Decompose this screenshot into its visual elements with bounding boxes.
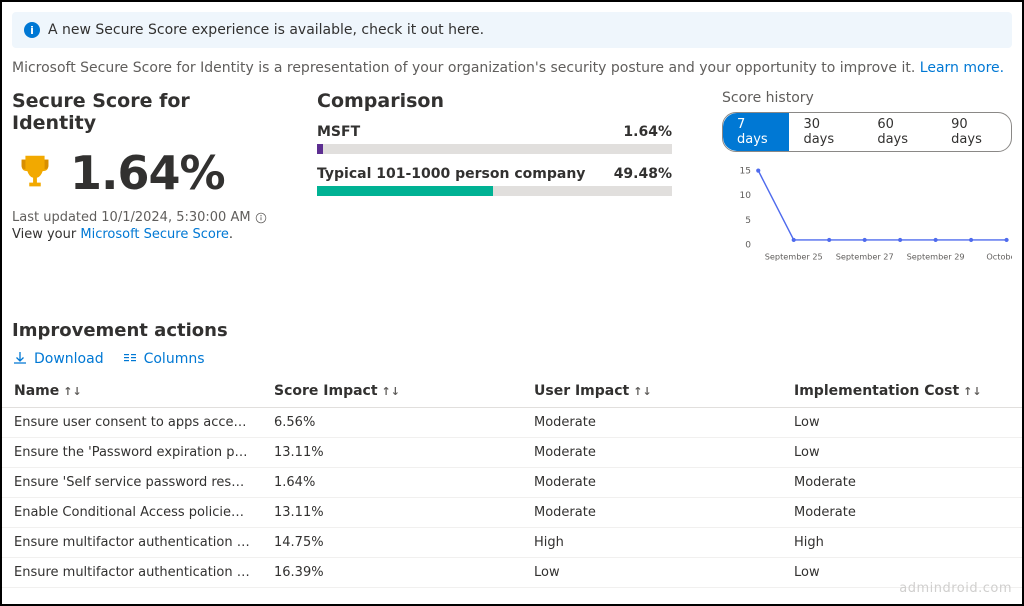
- history-tab[interactable]: 30 days: [789, 113, 863, 151]
- cell-score-impact: 13.11%: [262, 498, 522, 528]
- history-tab[interactable]: 7 days: [723, 113, 789, 151]
- description-line: Microsoft Secure Score for Identity is a…: [12, 60, 1012, 76]
- comparison-row: Typical 101-1000 person company 49.48%: [317, 166, 672, 196]
- comparison-value: 1.64%: [623, 124, 672, 140]
- history-tab[interactable]: 60 days: [863, 113, 937, 151]
- table-row[interactable]: Ensure multifactor authentication is ena…: [2, 528, 1022, 558]
- description-text: Microsoft Secure Score for Identity is a…: [12, 60, 920, 76]
- svg-text:15: 15: [739, 166, 751, 176]
- score-history-chart: 0 5 10 15 September 25 September 27 September …: [722, 160, 1012, 270]
- svg-text:September 25: September 25: [765, 251, 823, 261]
- last-updated: Last updated 10/1/2024, 5:30:00 AM: [12, 210, 267, 225]
- download-icon: [12, 351, 28, 367]
- improvement-actions-title: Improvement actions: [12, 320, 1012, 341]
- comparison-bar: [317, 186, 672, 196]
- cell-user-impact: High: [522, 528, 782, 558]
- cell-name: Ensure multifactor authentication is ena…: [2, 528, 262, 558]
- svg-text:September 27: September 27: [836, 251, 894, 261]
- comparison-name: MSFT: [317, 124, 360, 140]
- comparison-panel: Comparison MSFT 1.64% Typical 101-1000 per…: [317, 90, 672, 270]
- cell-score-impact: 14.75%: [262, 528, 522, 558]
- info-outline-icon: [255, 212, 267, 224]
- cell-name: Ensure multifactor authentication is ena…: [2, 558, 262, 588]
- cell-implementation-cost: Moderate: [782, 498, 1022, 528]
- sort-icon: ↑↓: [382, 385, 400, 398]
- view-secure-score-link[interactable]: Microsoft Secure Score: [80, 227, 229, 242]
- columns-button[interactable]: Columns: [122, 351, 205, 367]
- history-tab[interactable]: 90 days: [937, 113, 1011, 151]
- cell-score-impact: 16.39%: [262, 558, 522, 588]
- history-range-tabs: 7 days30 days60 days90 days: [722, 112, 1012, 152]
- cell-implementation-cost: Low: [782, 438, 1022, 468]
- table-row[interactable]: Ensure user consent to apps accessing co…: [2, 408, 1022, 438]
- sort-icon: ↑↓: [63, 385, 81, 398]
- comparison-title: Comparison: [317, 90, 672, 112]
- comparison-row: MSFT 1.64%: [317, 124, 672, 154]
- score-history-title: Score history: [722, 90, 1012, 106]
- view-score-line: View your Microsoft Secure Score.: [12, 227, 267, 242]
- secure-score-panel: Secure Score for Identity 1.64% Last upd…: [12, 90, 267, 270]
- cell-name: Ensure the 'Password expiration policy' …: [2, 438, 262, 468]
- svg-text:5: 5: [745, 216, 751, 226]
- banner-text: A new Secure Score experience is availab…: [48, 22, 484, 38]
- cell-user-impact: Moderate: [522, 438, 782, 468]
- score-history-panel: Score history 7 days30 days60 days90 day…: [722, 90, 1012, 270]
- score-value: 1.64%: [70, 146, 225, 200]
- cell-user-impact: Moderate: [522, 468, 782, 498]
- table-row[interactable]: Enable Conditional Access policies to bl…: [2, 498, 1022, 528]
- svg-text:0: 0: [745, 241, 751, 251]
- cell-score-impact: 13.11%: [262, 438, 522, 468]
- cell-name: Ensure 'Self service password reset enab…: [2, 468, 262, 498]
- comparison-name: Typical 101-1000 person company: [317, 166, 585, 182]
- cell-name: Enable Conditional Access policies to bl…: [2, 498, 262, 528]
- cell-user-impact: Moderate: [522, 408, 782, 438]
- cell-implementation-cost: Moderate: [782, 468, 1022, 498]
- column-header-user-impact[interactable]: User Impact↑↓: [522, 375, 782, 408]
- svg-text:September 29: September 29: [907, 251, 965, 261]
- download-button[interactable]: Download: [12, 351, 104, 367]
- info-banner[interactable]: i A new Secure Score experience is avail…: [12, 12, 1012, 48]
- improvement-actions-table: Name↑↓ Score Impact↑↓ User Impact↑↓ Impl…: [2, 375, 1022, 588]
- sort-icon: ↑↓: [963, 385, 981, 398]
- secure-score-title: Secure Score for Identity: [12, 90, 267, 134]
- cell-user-impact: Low: [522, 558, 782, 588]
- cell-implementation-cost: Low: [782, 408, 1022, 438]
- svg-text:10: 10: [739, 191, 751, 201]
- sort-icon: ↑↓: [633, 385, 651, 398]
- cell-score-impact: 1.64%: [262, 468, 522, 498]
- cell-implementation-cost: High: [782, 528, 1022, 558]
- cell-score-impact: 6.56%: [262, 408, 522, 438]
- columns-icon: [122, 351, 138, 367]
- watermark: admindroid.com: [899, 581, 1012, 596]
- column-header-score-impact[interactable]: Score Impact↑↓: [262, 375, 522, 408]
- trophy-icon: [12, 150, 58, 196]
- table-row[interactable]: Ensure 'Self service password reset enab…: [2, 468, 1022, 498]
- table-row[interactable]: Ensure the 'Password expiration policy' …: [2, 438, 1022, 468]
- comparison-value: 49.48%: [614, 166, 672, 182]
- comparison-bar: [317, 144, 672, 154]
- learn-more-link[interactable]: Learn more.: [920, 60, 1004, 76]
- info-icon: i: [24, 22, 40, 38]
- cell-user-impact: Moderate: [522, 498, 782, 528]
- cell-name: Ensure user consent to apps accessing co…: [2, 408, 262, 438]
- svg-text:October 1: October 1: [986, 251, 1012, 261]
- table-row[interactable]: Ensure multifactor authentication is ena…: [2, 558, 1022, 588]
- column-header-implementation-cost[interactable]: Implementation Cost↑↓: [782, 375, 1022, 408]
- column-header-name[interactable]: Name↑↓: [2, 375, 262, 408]
